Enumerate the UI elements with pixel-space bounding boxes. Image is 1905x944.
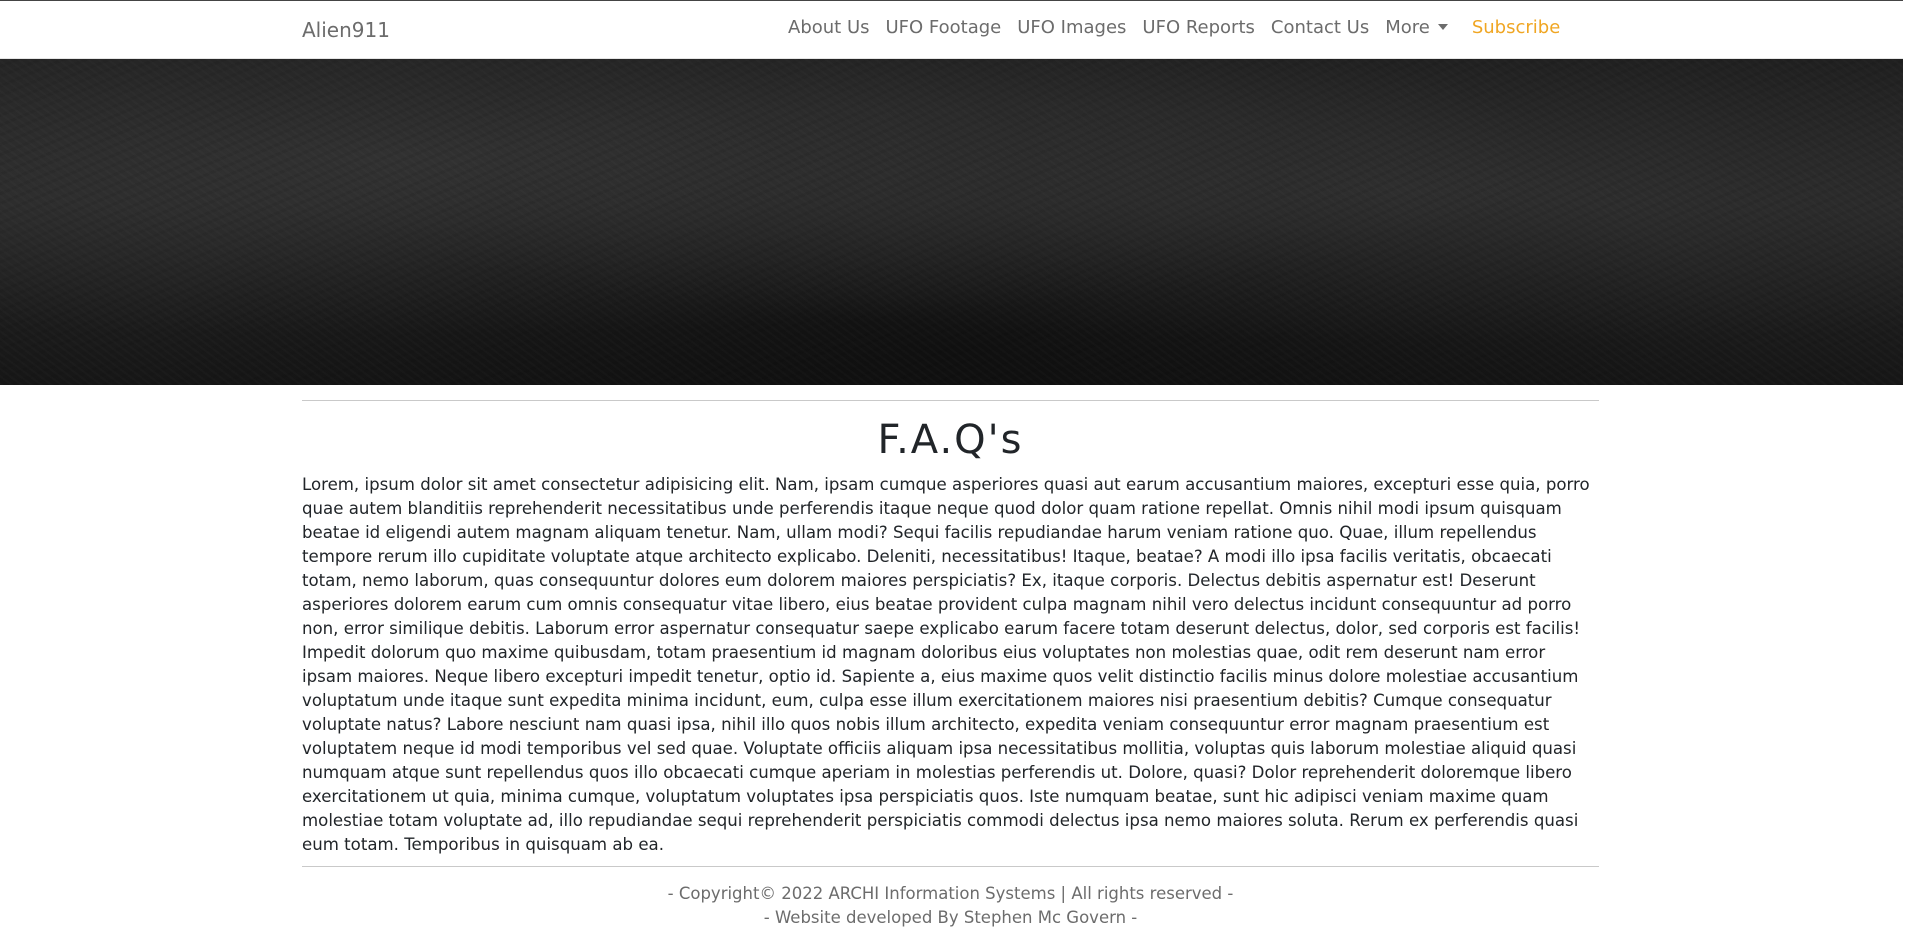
page-title: F.A.Q's	[877, 417, 1024, 463]
nav-link-contact-us[interactable]: Contact Us	[1263, 17, 1377, 38]
top-navbar: Alien911 About Us UFO Footage UFO Images…	[0, 0, 1903, 59]
brand-logo-link[interactable]: Alien911	[302, 18, 390, 42]
nav-link-ufo-images[interactable]: UFO Images	[1009, 17, 1134, 38]
footer: - Copyright© 2022 ARCHI Information Syst…	[302, 866, 1599, 930]
footer-divider	[302, 866, 1599, 867]
content-divider-top	[302, 400, 1599, 401]
main-content: F.A.Q's Lorem, ipsum dolor sit amet cons…	[302, 400, 1599, 857]
hero-banner	[0, 59, 1903, 385]
faq-body-text: Lorem, ipsum dolor sit amet consectetur …	[302, 475, 1590, 854]
subscribe-link[interactable]: Subscribe	[1464, 17, 1568, 38]
nav-link-about-us[interactable]: About Us	[780, 17, 878, 38]
nav-link-ufo-footage[interactable]: UFO Footage	[878, 17, 1010, 38]
nav-links: About Us UFO Footage UFO Images UFO Repo…	[780, 17, 1568, 38]
footer-copyright: - Copyright© 2022 ARCHI Information Syst…	[667, 884, 1234, 903]
nav-dropdown-more[interactable]: More	[1377, 17, 1456, 38]
footer-developer-credit: - Website developed By Stephen Mc Govern…	[763, 908, 1138, 927]
nav-link-ufo-reports[interactable]: UFO Reports	[1134, 17, 1262, 38]
